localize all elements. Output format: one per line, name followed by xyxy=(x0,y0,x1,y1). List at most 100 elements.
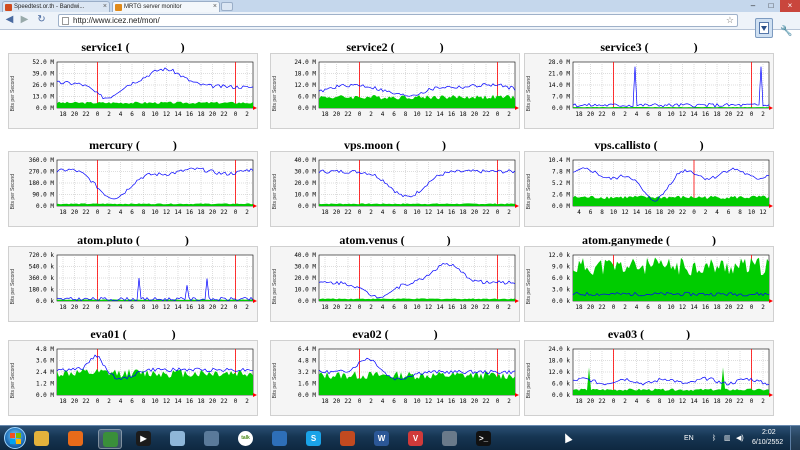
graph-panel[interactable]: eva01 ( ) Bits per Second 4.8 M 3.6 M 2.4 M1… xyxy=(8,327,258,417)
graph-panel[interactable]: service2 ( ) Bits per Second 24.0 M 18.0 M1… xyxy=(270,40,520,130)
reload-icon[interactable]: ↻ xyxy=(35,14,48,27)
graph-panel[interactable]: eva02 ( ) Bits per Second 6.4 M 4.8 M 3.2 M1… xyxy=(270,327,520,417)
x-tick-label: 20 xyxy=(725,398,733,405)
x-tick-label: 18 xyxy=(197,111,205,118)
x-tick-label: 16 xyxy=(448,111,456,118)
x-tick-label: 18 xyxy=(459,398,467,405)
taskbar-app-button[interactable] xyxy=(438,429,462,449)
x-tick-label: 8 xyxy=(142,209,146,216)
taskbar-app-button[interactable] xyxy=(64,429,88,449)
x-tick-label: 14 xyxy=(690,398,698,405)
graph-image[interactable]: Bits per Second 40.0 M 30.0 M 20.0 M 10.0 M0… xyxy=(270,246,520,322)
page-icon xyxy=(62,17,69,25)
graph-panel[interactable]: atom.venus ( ) Bits per Second 40.0 M 30.0 … xyxy=(270,233,520,323)
tab-mrtg[interactable]: MRTG server monitor × xyxy=(112,1,220,12)
x-tick-label: 6 xyxy=(392,304,396,311)
graph-image[interactable]: Bits per Second 24.0 M 18.0 M 12.0 M 6.0 M 0.… xyxy=(270,53,520,129)
star-icon[interactable]: ☆ xyxy=(726,15,734,26)
graph-panel[interactable]: eva03 ( ) Bits per Second 24.0 k 18.0 k 12.0… xyxy=(524,327,774,417)
language-indicator[interactable]: EN xyxy=(684,435,694,442)
graph-image[interactable]: Bits per Second 720.0 k 540.0 k 360.0 k 180.… xyxy=(8,246,258,322)
graph-panel[interactable]: atom.pluto ( ) Bits per Second 720.0 k 540.… xyxy=(8,233,258,323)
tab-strip: Speedtest.or.th - Bandwi... × MRTG serve… xyxy=(0,0,800,12)
graph-image[interactable]: Bits per Second 360.0 M 270.0 M 180.0 M 90.0… xyxy=(8,151,258,227)
volume-icon[interactable]: ◀) xyxy=(736,434,744,442)
taskbar-app-button[interactable] xyxy=(30,429,54,449)
taskbar-app-button[interactable]: ▶ xyxy=(132,429,156,449)
start-button[interactable] xyxy=(4,427,26,449)
bluetooth-icon[interactable]: ᛒ xyxy=(712,435,716,442)
graph-panel[interactable]: vps.callisto ( ) Bits per Second 10.4 M 7.8… xyxy=(524,138,774,228)
graph-panel[interactable]: mercury ( ) Bits per Second 360.0 M 270.0 M… xyxy=(8,138,258,228)
folder-icon xyxy=(340,431,355,446)
x-tick-label: 0 xyxy=(750,304,754,311)
graph-image[interactable]: Bits per Second 28.0 M 21.0 M 14.0 M 7.0 M 0.… xyxy=(524,53,774,129)
close-window-button[interactable]: × xyxy=(780,0,800,12)
taskbar-app-button[interactable] xyxy=(268,429,292,449)
y-tick-label: 3.2 M xyxy=(298,369,316,376)
graph-image[interactable]: Bits per Second 24.0 k 18.0 k 12.0 k 6.0 k 0.… xyxy=(524,340,774,416)
x-tick-label: 20 xyxy=(71,304,79,311)
x-tick-label: 16 xyxy=(186,398,194,405)
wrench-icon[interactable]: 🔧 xyxy=(780,26,792,37)
address-bar[interactable]: http://www.icez.net/mon/ ☆ xyxy=(58,14,738,27)
close-tab-icon[interactable]: × xyxy=(103,2,107,12)
graph-image[interactable]: Bits per Second 10.4 M 7.8 M 5.2 M 2.6 M 0.0 … xyxy=(524,151,774,227)
x-tick-label: 0 xyxy=(612,398,616,405)
taskbar-app-button[interactable]: S xyxy=(302,429,326,449)
graph-image[interactable]: Bits per Second 6.4 M 4.8 M 3.2 M 1.6 M 0.0 M… xyxy=(270,340,520,416)
graph-image[interactable]: Bits per Second 12.0 k 9.0 k 6.0 k 3.0 k 0.0 … xyxy=(524,246,774,322)
x-tick-label: 18 xyxy=(197,209,205,216)
maximize-button[interactable]: □ xyxy=(762,0,780,12)
close-tab-icon[interactable]: × xyxy=(213,2,217,12)
forward-arrow-icon[interactable]: ▶ xyxy=(18,14,31,27)
new-tab-button[interactable] xyxy=(221,2,233,11)
network-tray-icon[interactable]: ▥ xyxy=(724,434,731,442)
graph-image[interactable]: Bits per Second 4.8 M 3.6 M 2.4 M 1.2 M 0.0 M… xyxy=(8,340,258,416)
download-icon[interactable] xyxy=(755,18,773,38)
x-tick-label: 4 xyxy=(381,304,385,311)
x-tick-label: 10 xyxy=(413,398,421,405)
x-tick-label: 22 xyxy=(344,209,352,216)
y-tick-label: 24.0 k xyxy=(548,346,570,353)
x-tick-label: 20 xyxy=(587,304,595,311)
x-tick-label: 20 xyxy=(209,398,217,405)
y-tick-label: 0.0 M xyxy=(298,105,316,112)
back-arrow-icon[interactable]: ◀ xyxy=(3,14,16,27)
clock-date[interactable]: 6/10/2552 xyxy=(752,439,783,446)
taskbar: ▶ talk S W V >_ EN ᛒ ▥ ◀) 2:02 6/10/2552 xyxy=(0,425,800,450)
show-desktop-button[interactable] xyxy=(790,426,800,450)
x-tick-label: 2 xyxy=(107,209,111,216)
x-tick-label: 14 xyxy=(690,304,698,311)
graph-image[interactable]: Bits per Second 40.0 M 30.0 M 20.0 M 10.0 M0… xyxy=(270,151,520,227)
x-tick-label: 0 xyxy=(750,398,754,405)
taskbar-app-button[interactable]: W xyxy=(370,429,394,449)
graph-image[interactable]: Bits per Second 52.0 M 39.0 M 26.0 M 13.0 M0… xyxy=(8,53,258,129)
graph-panel[interactable]: vps.moon ( ) Bits per Second 40.0 M 30.0 M2… xyxy=(270,138,520,228)
x-tick-label: 20 xyxy=(71,209,79,216)
x-axis-arrow xyxy=(515,299,519,303)
y-tick-label: 270.0 M xyxy=(29,169,55,176)
x-tick-label: 0 xyxy=(692,209,696,216)
x-tick-label: 10 xyxy=(413,209,421,216)
x-tick-label: 12 xyxy=(425,398,433,405)
graph-svg: 10.4 M7.8 M5.2 M2.6 M0.0 M4 6 8 10 12 14 16 18 2… xyxy=(548,157,773,216)
taskbar-app-button[interactable]: talk xyxy=(234,429,258,449)
taskbar-app-button[interactable]: V xyxy=(404,429,428,449)
clock-time[interactable]: 2:02 xyxy=(762,429,776,436)
graph-panel[interactable]: atom.ganymede ( ) Bits per Second 12.0 k 9.… xyxy=(524,233,774,323)
x-tick-label: 4 xyxy=(119,209,123,216)
taskbar-app-button[interactable] xyxy=(166,429,190,449)
x-tick-label: 0 xyxy=(358,209,362,216)
taskbar-app-button[interactable] xyxy=(336,429,360,449)
taskbar-app-button[interactable] xyxy=(200,429,224,449)
graph-svg: 4.8 M3.6 M2.4 M1.2 M0.0 M18 20 22 0 2 4 6 8 10 12… xyxy=(36,346,257,405)
graph-svg: 6.4 M4.8 M3.2 M1.6 M0.0 M18 20 22 0 2 4 6 8 10 12… xyxy=(298,346,519,405)
graph-panel[interactable]: service1 ( ) Bits per Second 52.0 M 39.0 M2… xyxy=(8,40,258,130)
taskbar-app-button[interactable]: >_ xyxy=(472,429,496,449)
tab-speedtest[interactable]: Speedtest.or.th - Bandwi... × xyxy=(2,1,110,12)
minimize-button[interactable]: – xyxy=(744,0,762,12)
graph-panel[interactable]: service3 ( ) Bits per Second 28.0 M 21.0 M1… xyxy=(524,40,774,130)
taskbar-app-button[interactable] xyxy=(98,429,122,449)
y-tick-label: 24.0 M xyxy=(294,59,316,66)
